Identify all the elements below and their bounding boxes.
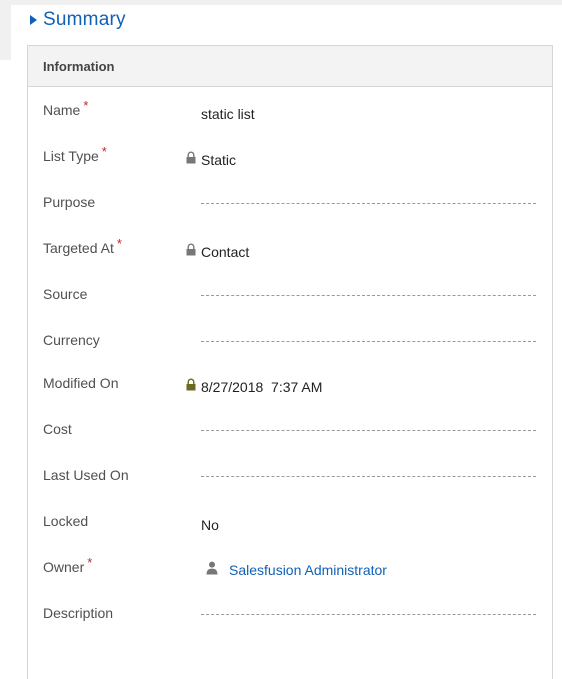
field-input-currency[interactable] [201,341,536,342]
information-panel: Information Name * static list List Type *… [27,45,553,679]
field-label-modified-on: Modified On [43,375,119,391]
field-row-description[interactable]: Description [28,605,552,635]
field-label-description: Description [43,605,114,621]
field-input-last-used-on[interactable] [201,476,536,477]
field-row-targeted-at: Targeted At * Contact [28,236,552,270]
field-label-targeted-at: Targeted At * [43,236,122,256]
field-label-currency: Currency [43,332,100,348]
field-row-locked: Locked No [28,513,552,543]
panel-header: Information [28,46,552,87]
lock-icon [186,151,196,164]
field-row-owner: Owner * Salesfusion Administrator [28,555,552,589]
field-input-description[interactable] [201,614,536,615]
field-input-source[interactable] [201,295,536,296]
field-row-source[interactable]: Source [28,286,552,316]
field-label-purpose: Purpose [43,194,96,210]
field-label-locked: Locked [43,513,89,529]
field-label-source: Source [43,286,88,302]
field-row-last-used-on[interactable]: Last Used On [28,467,552,497]
lock-icon [186,243,196,256]
field-input-cost[interactable] [201,430,536,431]
summary-section-toggle[interactable]: Summary [30,6,126,34]
field-row-list-type: List Type * Static [28,144,552,178]
field-value-locked[interactable]: No [201,517,219,533]
field-row-modified-on: Modified On 8/27/2018 7:37 AM [28,375,552,405]
collapse-arrow-icon [30,15,37,25]
field-label-owner: Owner * [43,555,93,575]
required-marker: * [87,555,93,570]
owner-link[interactable]: Salesfusion Administrator [229,562,387,578]
field-row-cost[interactable]: Cost [28,421,552,451]
field-label-list-type: List Type * [43,144,107,164]
field-value-list-type: Static [201,152,237,168]
person-icon [206,561,218,575]
field-label-cost: Cost [43,421,72,437]
summary-page: Summary Information Name * static list Li… [0,0,562,679]
field-label-name: Name * [43,98,89,118]
field-row-purpose[interactable]: Purpose [28,194,552,224]
required-marker: * [116,236,122,251]
section-title: Summary [43,9,126,30]
lock-icon [186,378,196,391]
field-row-currency[interactable]: Currency [28,332,552,362]
field-value-name[interactable]: static list [201,106,255,122]
field-value-targeted-at: Contact [201,244,250,260]
top-divider [0,0,562,5]
field-input-purpose[interactable] [201,203,536,204]
required-marker: * [101,144,107,159]
field-label-last-used-on: Last Used On [43,467,129,483]
required-marker: * [83,98,89,113]
field-row-name: Name * static list [28,98,552,132]
left-gutter [0,5,11,60]
field-value-modified-on: 8/27/2018 7:37 AM [201,379,323,395]
